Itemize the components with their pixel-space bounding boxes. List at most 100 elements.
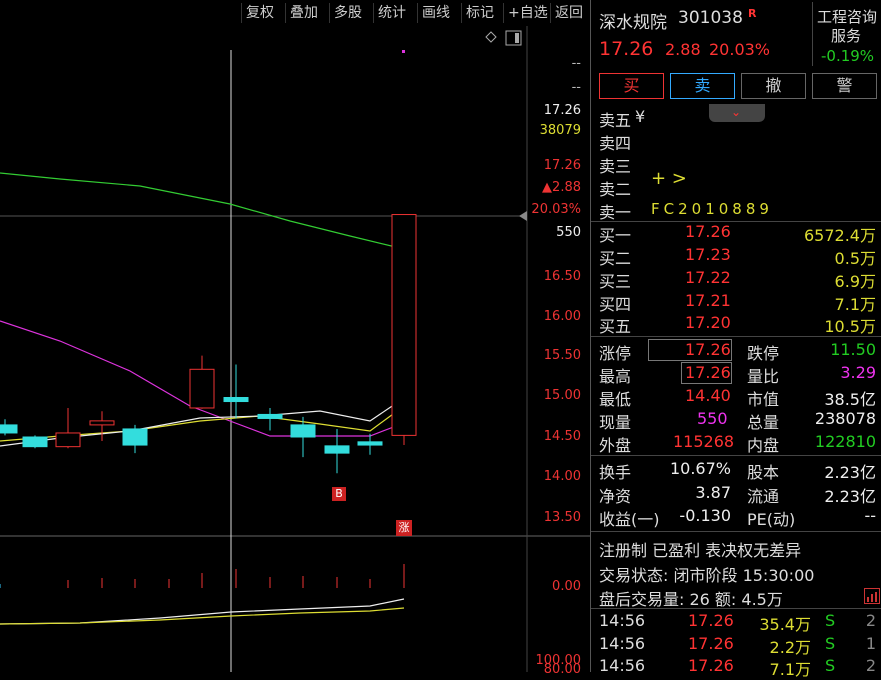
candle-body [391, 214, 417, 436]
bid-volume: 6572.4万 [804, 226, 876, 245]
buy-signal-marker[interactable]: B [332, 487, 346, 501]
candle-body [55, 432, 81, 448]
industry-name-2: 服务 [831, 27, 862, 45]
bid-label: 买四 [599, 295, 632, 314]
limit-up-marker[interactable]: 涨 [396, 520, 412, 536]
stat-label: 跌停 [747, 344, 780, 363]
stat-label: 现量 [599, 413, 632, 432]
volume-axis-tick: 0.00 [552, 579, 581, 594]
stat-label: 最高 [599, 367, 632, 386]
toolbar-mark-button[interactable]: 标记 [461, 3, 498, 23]
fund-value: -0.130 [679, 506, 731, 525]
tick-volume: 2.2万 [769, 638, 811, 657]
stock-price: 17.26 [599, 38, 654, 60]
ask-label: 卖一 [599, 203, 632, 222]
bid-label: 买一 [599, 226, 632, 245]
bid-price: 17.20 [685, 313, 731, 332]
industry-change: -0.19% [821, 47, 875, 65]
stat-label: 总量 [747, 413, 780, 432]
bid-volume: 10.5万 [824, 317, 876, 336]
bid-price: 17.22 [685, 268, 731, 287]
kline-chart[interactable] [0, 26, 590, 672]
stat-value: 17.26 [685, 363, 731, 382]
kline-chart-area[interactable]: -- -- 17.26 38079 17.26 ▲2.88 20.03% 550… [0, 26, 590, 677]
candle-body [0, 424, 18, 434]
toolbar-draw-button[interactable]: 画线 [417, 3, 454, 23]
stat-value: 122810 [814, 432, 876, 451]
candle-group [0, 214, 417, 474]
fund-label: 流通 [747, 487, 780, 506]
fund-label: PE(动) [747, 510, 796, 529]
stat-value: 238078 [814, 409, 876, 428]
tick-count: 1 [865, 634, 876, 653]
toolbar-back-button[interactable]: 返回 [550, 3, 587, 23]
bar-chart-icon[interactable] [864, 588, 880, 604]
industry-box[interactable]: 工程咨询 服务 -0.19% [812, 2, 881, 66]
tick-count: 2 [865, 611, 876, 630]
chevron-down-icon: ⌄ [731, 105, 742, 119]
bid-label: 买三 [599, 272, 632, 291]
ma-green-line [0, 172, 405, 250]
bid-volume: 0.5万 [834, 249, 876, 268]
stock-code: 301038 [678, 8, 743, 28]
tick-side: S [825, 611, 836, 630]
buy-button[interactable]: 买 [599, 73, 664, 99]
bid-label: 买二 [599, 249, 632, 268]
toolbar-fuquan-button[interactable]: 复权 [241, 3, 278, 23]
stat-label: 量比 [747, 367, 780, 386]
alert-button[interactable]: 警 [812, 73, 877, 99]
panel-toggle-icon-fill [515, 33, 519, 43]
stat-value: 11.50 [830, 340, 876, 359]
stat-label: 外盘 [599, 436, 632, 455]
stock-name: 深水规院 [599, 13, 667, 33]
axis-tick: 13.50 [543, 510, 581, 525]
axis-tick: 14.50 [543, 429, 581, 444]
fund-value: -- [864, 506, 876, 525]
axis-tick: 16.00 [543, 309, 581, 324]
fund-label: 换手 [599, 463, 632, 482]
fund-label: 收益(一) [599, 510, 660, 529]
fundamentals-divider [591, 455, 881, 456]
expand-orderbook-button[interactable]: ⌄ [709, 104, 765, 122]
tick-price: 17.26 [688, 634, 734, 653]
toolbar-multistock-button[interactable]: 多股 [329, 3, 366, 23]
cancel-button[interactable]: 撤 [741, 73, 806, 99]
axis-tick: 14.00 [543, 469, 581, 484]
stat-value: 17.26 [685, 340, 731, 359]
tick-side: S [825, 656, 836, 675]
toolbar-add-watchlist-button[interactable]: +自选 [503, 3, 552, 23]
stat-value: 550 [697, 409, 728, 428]
candle-body [324, 445, 350, 454]
bid-price: 17.21 [685, 291, 731, 310]
axis-top-dash-1: -- [571, 56, 581, 71]
toolbar-overlay-button[interactable]: 叠加 [285, 3, 322, 23]
ask-label: 卖三 [599, 157, 632, 176]
tick-time: 14:56 [599, 656, 646, 675]
ask-label: 卖四 [599, 134, 632, 153]
ask-price: ¥ [635, 107, 646, 126]
stat-value: 115268 [673, 432, 735, 451]
candle-body [122, 428, 148, 446]
candle-body [290, 424, 316, 438]
stats-divider [591, 336, 881, 337]
after-hours-volume: 盘后交易量: 26 额: 4.5万 [599, 590, 783, 609]
stat-label: 最低 [599, 390, 632, 409]
stock-badge: R [748, 7, 757, 20]
tick-time: 14:56 [599, 634, 646, 653]
tick-price: 17.26 [688, 656, 734, 675]
axis-change: ▲2.88 [542, 180, 581, 195]
candle-body [89, 420, 115, 426]
axis-tick: 15.50 [543, 348, 581, 363]
toolbar-stats-button[interactable]: 统计 [373, 3, 410, 23]
diamond-icon[interactable] [485, 31, 497, 43]
axis-price-current: 17.26 [543, 103, 581, 118]
ticks-divider [591, 608, 881, 609]
axis-change-pct: 20.03% [531, 202, 581, 217]
bid-volume: 7.1万 [834, 295, 876, 314]
tick-price: 17.26 [688, 611, 734, 630]
tick-side: S [825, 634, 836, 653]
volume-ma-yellow [0, 607, 405, 625]
axis-volume-info: 38079 [539, 123, 581, 138]
stat-value: 38.5亿 [824, 390, 876, 409]
sell-button[interactable]: 卖 [670, 73, 735, 99]
